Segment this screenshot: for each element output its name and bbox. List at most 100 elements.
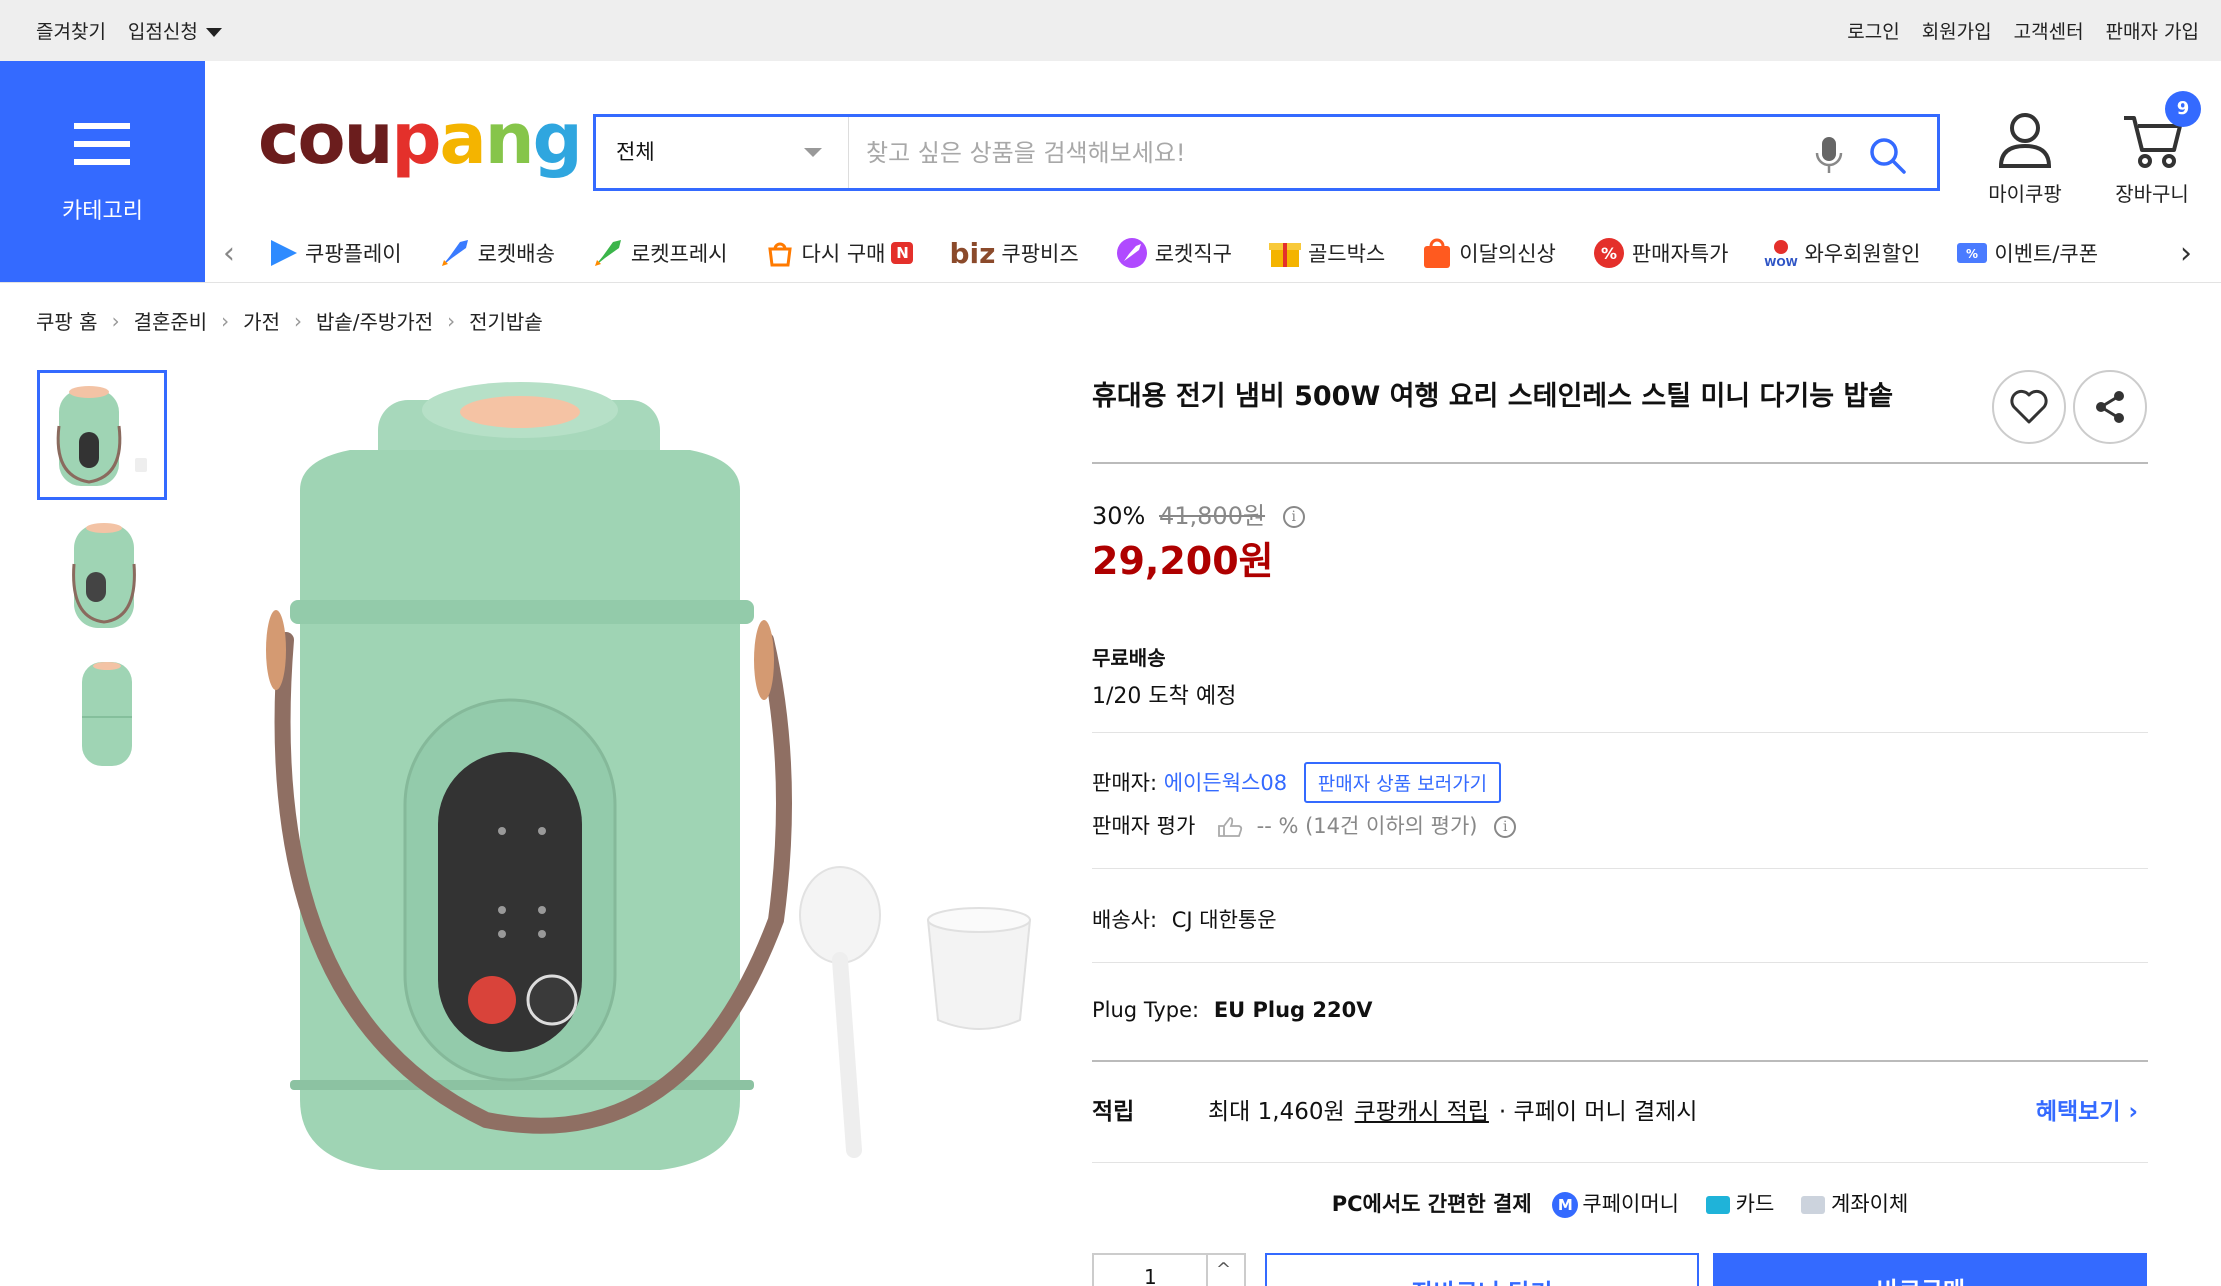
chevron-right-icon: › <box>447 308 456 333</box>
breadcrumb-item[interactable]: 밥솥/주방가전 <box>316 306 433 335</box>
nav-item-rocket-fresh[interactable]: 로켓프레시 <box>591 236 728 270</box>
wow-icon: WOW <box>1765 240 1799 269</box>
login-link[interactable]: 로그인 <box>1847 17 1899 44</box>
add-to-cart-button[interactable]: 장바구니 담기 <box>1265 1253 1699 1286</box>
signup-link[interactable]: 회원가입 <box>1922 17 1992 44</box>
buy-now-button[interactable]: 바로구매 › <box>1713 1253 2147 1286</box>
info-icon[interactable]: i <box>1282 506 1305 528</box>
discount-line: 30% 41,800원 i <box>1092 496 1305 531</box>
category-label: 카테고리 <box>62 199 143 224</box>
seller-label: 판매자: <box>1092 771 1158 795</box>
search-input[interactable] <box>866 129 1816 177</box>
nav-item-rocket-delivery[interactable]: 로켓배송 <box>438 236 555 270</box>
coupay-money-icon: M <box>1552 1192 1579 1218</box>
chevron-down-icon <box>804 148 822 157</box>
svg-text:%: % <box>1966 247 1978 261</box>
product-title: 휴대용 전기 냄비 500W 여행 요리 스테인레스 스틸 미니 다기능 밥솥 <box>1092 381 1894 412</box>
svg-text:WOW: WOW <box>1765 256 1799 269</box>
vendor-apply-menu[interactable]: 입점신청 <box>128 17 222 44</box>
nav-item-coupang-play[interactable]: 쿠팡플레이 <box>267 238 402 268</box>
quantity-value[interactable]: 1 <box>1144 1265 1157 1286</box>
product-thumbnail-image <box>82 662 132 766</box>
breadcrumb-item[interactable]: 결혼준비 <box>134 306 208 335</box>
payment-title: PC에서도 간편한 결제 <box>1331 1192 1532 1216</box>
product-thumbnail-image <box>56 386 147 486</box>
seller-products-button[interactable]: 판매자 상품 보러가기 <box>1303 762 1502 803</box>
nav-next-icon[interactable]: › <box>2170 236 2192 271</box>
goldbox-icon <box>1268 243 1301 267</box>
nav-label: 이벤트/쿠폰 <box>1994 242 2099 266</box>
nav-item-coupang-biz[interactable]: biz 쿠팡비즈 <box>949 237 1078 270</box>
new-bag-icon <box>1424 238 1451 268</box>
view-benefits-link[interactable]: 혜택보기 › <box>2036 1092 2138 1126</box>
service-nav: ‹ 쿠팡플레이 로켓배송 로켓프레시 다시 구매 N biz 쿠팡비즈 로켓직구 <box>205 224 2221 282</box>
nav-item-wow-discount[interactable]: WOW 와우회원할인 <box>1764 237 1920 269</box>
new-badge-icon: N <box>891 242 914 264</box>
category-menu-button[interactable]: 카테고리 <box>0 61 205 282</box>
chevron-right-icon: › <box>221 308 230 333</box>
coupon-icon: % <box>1957 243 1988 263</box>
search-icon[interactable] <box>1867 135 1907 175</box>
bank-icon <box>1801 1196 1825 1214</box>
my-coupang-button[interactable]: 마이쿠팡 <box>1975 108 2075 207</box>
biz-icon: biz <box>949 236 996 270</box>
user-icon <box>1998 113 2052 168</box>
wishlist-button[interactable] <box>1992 370 2066 444</box>
nav-item-new-arrivals[interactable]: 이달의신상 <box>1421 236 1556 270</box>
rocket-fresh-icon <box>594 240 621 266</box>
cart-count-badge: 9 <box>2165 91 2201 127</box>
nav-item-rocket-direct[interactable]: 로켓직구 <box>1115 236 1232 270</box>
breadcrumb-item[interactable]: 가전 <box>243 306 280 335</box>
section-divider <box>1092 1162 2148 1163</box>
shipping-label: 무료배송 <box>1092 646 1166 670</box>
nav-label: 로켓배송 <box>477 242 555 266</box>
original-price: 41,800원 <box>1158 502 1266 530</box>
product-main-image[interactable] <box>230 360 1050 1240</box>
breadcrumb-item[interactable]: 전기밥솥 <box>469 306 543 335</box>
reward-amount: 최대 1,460원 <box>1208 1099 1345 1125</box>
delivery-label: 배송사: <box>1092 908 1158 932</box>
plug-type-label: Plug Type: <box>1092 998 1200 1022</box>
play-icon <box>271 240 297 266</box>
reward-condition: · 쿠페이 머니 결제시 <box>1498 1099 1698 1125</box>
title-divider <box>1092 462 2148 464</box>
stepper-divider <box>1206 1255 1208 1286</box>
info-icon[interactable]: i <box>1494 816 1517 838</box>
increment-icon[interactable]: ^ <box>1216 1259 1231 1280</box>
product-thumbnail[interactable] <box>37 648 167 778</box>
favorites-link[interactable]: 즐겨찾기 <box>36 17 106 44</box>
thumbs-up-icon <box>1218 817 1243 837</box>
delivery-company: CJ 대한통운 <box>1171 908 1277 932</box>
search-category-value: 전체 <box>616 140 655 164</box>
nav-item-repurchase[interactable]: 다시 구매 N <box>764 237 914 269</box>
microphone-icon[interactable] <box>1811 135 1847 175</box>
nav-item-events-coupons[interactable]: % 이벤트/쿠폰 <box>1956 238 2098 268</box>
seller-rating-value: -- % (14건 이하의 평가) <box>1256 814 1478 838</box>
percent-icon: % <box>1593 238 1624 268</box>
nav-label: 판매자특가 <box>1631 242 1729 266</box>
product-thumbnail-image <box>72 523 136 628</box>
discount-rate: 30% <box>1092 502 1146 530</box>
plug-type-value[interactable]: EU Plug 220V <box>1214 998 1373 1022</box>
customer-center-link[interactable]: 고객센터 <box>2014 17 2084 44</box>
share-button[interactable] <box>2073 370 2147 444</box>
option-row: Plug Type: EU Plug 220V <box>1092 998 1373 1022</box>
breadcrumb: 쿠팡 홈 › 결혼준비 › 가전 › 밥솥/주방가전 › 전기밥솥 <box>36 306 543 335</box>
nav-prev-icon[interactable]: ‹ <box>223 236 235 271</box>
product-thumbnail[interactable] <box>37 510 167 640</box>
breadcrumb-item[interactable]: 쿠팡 홈 <box>36 306 98 335</box>
product-thumbnail[interactable] <box>37 370 167 500</box>
section-divider <box>1092 868 2148 869</box>
reward-label: 적립 <box>1092 1099 1135 1125</box>
coupang-cash-link[interactable]: 쿠팡캐시 적립 <box>1355 1099 1489 1125</box>
nav-item-goldbox[interactable]: 골드박스 <box>1268 237 1385 269</box>
search-category-select[interactable]: 전체 <box>596 117 849 188</box>
seller-name-link[interactable]: 에이든웍스08 <box>1164 771 1287 795</box>
quantity-stepper[interactable]: 1 ^ <box>1092 1253 1246 1286</box>
nav-label: 와우회원할인 <box>1804 242 1921 266</box>
coupang-logo[interactable]: coupang <box>258 104 583 174</box>
seller-join-link[interactable]: 판매자 가입 <box>2106 17 2199 44</box>
repurchase-icon <box>767 242 792 267</box>
nav-item-seller-deals[interactable]: % 판매자특가 <box>1592 236 1729 270</box>
payment-methods-row: PC에서도 간편한 결제 M 쿠페이머니 카드 계좌이체 <box>1092 1188 2148 1218</box>
